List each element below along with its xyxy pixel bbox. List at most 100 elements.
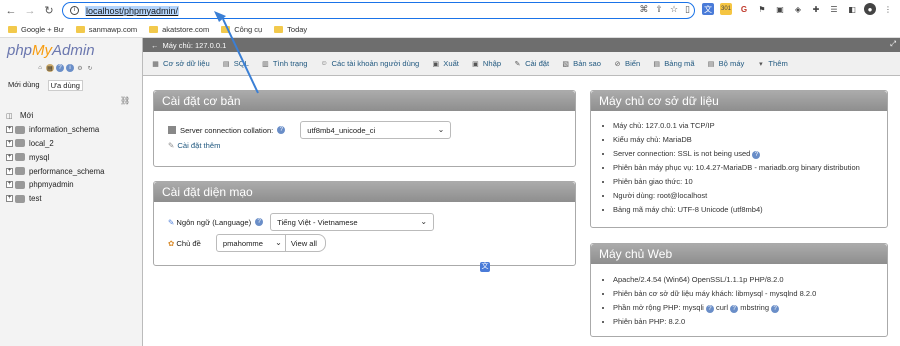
maximize-icon[interactable]: ⤢	[890, 39, 896, 49]
list-item: Phiên bản máy phục vụ: 10.4.27-MariaDB -…	[613, 161, 887, 175]
extension-shield-icon[interactable]: ◈	[792, 3, 804, 15]
help-icon[interactable]: ?	[56, 64, 64, 72]
back-arrow-icon[interactable]: ←	[3, 3, 19, 19]
collation-select[interactable]: utf8mb4_unicode_ci ⌄	[300, 121, 452, 139]
tab-status[interactable]: ▥ Tình trạng	[261, 59, 307, 68]
tab-charsets[interactable]: ▤ Bảng mã	[652, 59, 694, 68]
language-select[interactable]: Tiếng Việt - Vietnamese ⌄	[270, 213, 435, 231]
address-url[interactable]: localhost/phpmyadmin/	[85, 5, 180, 16]
tab-settings[interactable]: ✎ Cài đặt	[513, 59, 550, 68]
collation-label: Server connection collation:	[180, 125, 274, 135]
help-icon[interactable]: ?	[277, 126, 286, 134]
bookmark-folder[interactable]: akatstore.com	[149, 25, 209, 34]
tab-engines[interactable]: ▤ Bộ máy	[707, 59, 745, 68]
database-item[interactable]: + information_schema	[6, 123, 104, 137]
engines-icon: ▤	[707, 60, 715, 68]
sidepanel-icon[interactable]: ▯	[685, 4, 690, 15]
share-icon[interactable]: ⇪	[655, 4, 663, 15]
forward-arrow-icon[interactable]: →	[22, 3, 38, 19]
expand-icon[interactable]: +	[6, 181, 13, 189]
extension-translate-icon[interactable]: 文	[702, 3, 714, 15]
expand-icon[interactable]: +	[6, 153, 13, 161]
link-chain-icon[interactable]: ⛓	[120, 96, 130, 105]
list-item: Người dùng: root@localhost	[613, 189, 887, 203]
tab-variables[interactable]: ⊘ Biến	[613, 59, 641, 68]
translate-icon[interactable]: ⌘	[639, 4, 648, 15]
tab-import[interactable]: ▣ Nhập	[471, 59, 501, 68]
chevron-down-icon: ⌄	[275, 238, 282, 247]
list-item: Phiên bản cơ sở dữ liệu máy khách: libmy…	[613, 287, 887, 301]
bookmark-folder[interactable]: Today	[274, 25, 307, 34]
extension-counter-icon[interactable]: 301	[720, 3, 732, 15]
help-icon[interactable]: ?	[730, 305, 739, 313]
collapse-arrow-icon[interactable]: ←	[151, 41, 159, 50]
database-item[interactable]: + phpmyadmin	[6, 178, 104, 192]
extension-screenshot-icon[interactable]: ▣	[774, 3, 786, 15]
general-settings-panel: Cài đặt cơ bản Server connection collati…	[153, 90, 576, 167]
list-item: Phiên bản PHP: 8.2.0	[613, 315, 887, 329]
folder-icon	[274, 25, 284, 33]
home-icon[interactable]: ⌂	[36, 64, 44, 72]
reading-list-icon[interactable]: ☰	[828, 3, 840, 15]
status-icon: ▥	[262, 60, 269, 68]
settings-gear-icon[interactable]: ⚙	[76, 64, 84, 72]
extension-g-icon[interactable]: G	[738, 3, 750, 15]
more-settings-link[interactable]: Cài đặt thêm	[177, 141, 220, 150]
site-info-icon[interactable]: i	[70, 6, 79, 15]
bookmark-star-icon[interactable]: ☆	[670, 4, 678, 15]
bookmark-folder[interactable]: Google + Bư	[8, 25, 64, 34]
help-icon[interactable]: ?	[705, 305, 714, 313]
database-item[interactable]: + test	[6, 192, 104, 206]
tab-favorites[interactable]: Ưa dùng	[47, 80, 83, 91]
profile-avatar-icon[interactable]: ●	[864, 3, 876, 15]
list-item: Kiểu máy chủ: MariaDB	[613, 133, 887, 147]
settings-icon: ✎	[514, 60, 521, 68]
breadcrumb: ← Máy chủ: 127.0.0.1 ⤢	[143, 38, 900, 52]
tab-more[interactable]: ▾ Thêm	[756, 59, 788, 68]
new-database-item[interactable]: ◫ Mới	[6, 109, 104, 123]
replication-icon: ▧	[562, 60, 569, 68]
menu-kebab-icon[interactable]: ⋮	[882, 3, 894, 15]
address-bar[interactable]: i localhost/phpmyadmin/ ⌘ ⇪ ☆ ▯	[62, 2, 695, 19]
translate-popup-icon[interactable]: 文	[480, 262, 490, 272]
reload-icon[interactable]: ↻	[41, 3, 57, 19]
bookmark-folder[interactable]: Công cụ	[221, 25, 262, 34]
view-all-button[interactable]: View all	[285, 234, 326, 252]
server-breadcrumb[interactable]: Máy chủ: 127.0.0.1	[163, 41, 227, 50]
tab-replication[interactable]: ▧ Bản sao	[561, 59, 601, 68]
database-item[interactable]: + local_2	[6, 137, 104, 151]
database-item[interactable]: + performance_schema	[6, 164, 104, 178]
help-icon[interactable]: ?	[255, 218, 264, 226]
folder-icon	[8, 25, 17, 33]
theme-label: Chủ đề	[176, 238, 201, 248]
database-icon	[15, 194, 25, 203]
folder-icon	[149, 25, 159, 33]
tab-databases[interactable]: ▦ Cơ sở dữ liệu	[151, 59, 210, 68]
database-server-panel: Máy chủ cơ sở dữ liệu Máy chủ: 127.0.0.1…	[590, 90, 888, 228]
phpmyadmin-logo[interactable]: phpMyAdmin	[7, 42, 95, 59]
navigation-panel: phpMyAdmin ⌂ ▤ ? i ⚙ ↻ Mới dùng Ưa dùng …	[0, 38, 143, 346]
expand-icon[interactable]: +	[6, 139, 13, 147]
theme-select[interactable]: pmahomme ⌄	[215, 234, 286, 252]
logout-icon[interactable]: ▤	[46, 64, 54, 72]
theme-palette-icon: ✿	[168, 238, 175, 248]
variables-icon: ⊘	[614, 60, 621, 68]
bookmarks-bar: Google + Bư sanmawp.com akatstore.com Cô…	[0, 21, 900, 38]
server-info-list: Máy chủ: 127.0.0.1 via TCP/IP Kiểu máy c…	[591, 111, 887, 217]
tab-user-accounts[interactable]: ☺ Các tài khoản người dùng	[320, 59, 419, 68]
tab-export[interactable]: ▣ Xuất	[431, 59, 458, 68]
expand-icon[interactable]: +	[6, 167, 13, 175]
database-item[interactable]: + mysql	[6, 150, 104, 164]
extensions-puzzle-icon[interactable]: ✚	[810, 3, 822, 15]
help-icon[interactable]: ?	[752, 151, 761, 159]
expand-icon[interactable]: +	[6, 195, 13, 203]
extension-bookmark-icon[interactable]: ⚑	[756, 3, 768, 15]
reload-nav-icon[interactable]: ↻	[86, 64, 94, 72]
expand-icon[interactable]: +	[6, 126, 13, 134]
docs-icon[interactable]: i	[66, 64, 74, 72]
bookmark-folder[interactable]: sanmawp.com	[75, 25, 137, 34]
help-icon[interactable]: ?	[771, 305, 780, 313]
tab-sql[interactable]: ▤ SQL	[222, 59, 249, 68]
tab-recent[interactable]: Mới dùng	[6, 80, 42, 91]
split-view-icon[interactable]: ◧	[846, 3, 858, 15]
